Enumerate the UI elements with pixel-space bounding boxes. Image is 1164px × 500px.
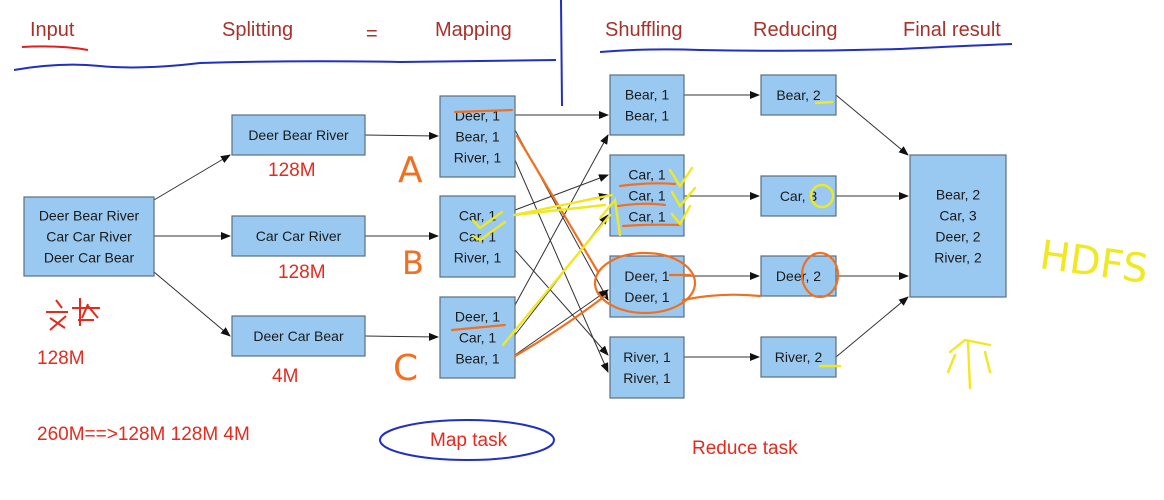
mapreduce-diagram: Input Splitting = Mapping Shuffling Redu…	[13, 0, 1151, 461]
shuffle-box: Bear, 1 Bear, 1	[609, 74, 685, 136]
map-task-label: Map task	[430, 430, 508, 451]
label-c: C	[393, 348, 418, 389]
split-box-line: Deer Bear River	[248, 127, 349, 143]
label-a: A	[398, 150, 423, 191]
map-box: Deer, 1Bear, 1River, 1	[439, 95, 516, 178]
split-box: Deer Bear River	[231, 114, 366, 156]
final-result-box-line: Bear, 2	[936, 187, 981, 203]
split-size-2: 128M	[278, 262, 326, 283]
shuffle-box-line: Car, 1	[628, 167, 666, 183]
reduce-box: Car, 3	[760, 175, 837, 217]
shuffle-box: River, 1 River, 1	[609, 336, 685, 399]
arrow	[364, 131, 439, 140]
header-shuffling: Shuffling	[605, 19, 682, 41]
shuffle-box-rect	[609, 74, 685, 136]
split-size-3: 4M	[272, 366, 298, 387]
reduce-box-line: Deer, 2	[776, 268, 821, 284]
header-mapping: Mapping	[435, 19, 512, 41]
reduce-box-line: River, 2	[775, 349, 823, 365]
map-box-line: River, 1	[454, 250, 502, 266]
final-result-box-line: Car, 3	[939, 208, 977, 224]
shuffle-box-rect	[609, 336, 685, 399]
input-box-line: Deer Car Bear	[44, 250, 135, 266]
map-box-line: Car, 1	[459, 330, 497, 346]
input-box-line: Deer Bear River	[39, 208, 140, 224]
shuffle-box-line: Car, 1	[628, 188, 666, 204]
arrow	[153, 271, 231, 337]
hdfs-label: HDFS	[1037, 232, 1151, 293]
input-box-line: Car Car River	[46, 229, 132, 245]
split-size-1: 128M	[268, 160, 316, 181]
map-box-line: Deer, 1	[455, 309, 500, 325]
split-box-line: Car Car River	[256, 228, 342, 244]
header-splitting: Splitting	[222, 19, 293, 41]
final-result-box-line: Deer, 2	[935, 229, 980, 245]
header-underlines	[13, 0, 1013, 107]
shuffle-box-line: Bear, 1	[625, 108, 670, 124]
map-box-line: Bear, 1	[455, 351, 500, 367]
map-box-line: Bear, 1	[455, 129, 500, 145]
label-b: B	[402, 244, 424, 282]
shuffle-box-line: Car, 1	[628, 209, 666, 225]
final-result-box-rect	[909, 154, 1007, 298]
final-result-box: Bear, 2 Car, 3 Deer, 2 River, 2	[909, 154, 1007, 298]
arrow	[835, 296, 909, 358]
reduce-box-line: Bear, 2	[776, 87, 821, 103]
arrow	[153, 154, 231, 201]
reduce-box: Deer, 2	[760, 255, 837, 297]
shuffle-box-line: River, 1	[623, 349, 671, 365]
headers: Input Splitting = Mapping Shuffling Redu…	[30, 19, 1001, 45]
final-result-box-line: River, 2	[934, 250, 982, 266]
split-box: Car Car River	[231, 215, 366, 257]
map-box-line: River, 1	[454, 150, 502, 166]
split-box: Deer Car Bear	[231, 315, 366, 357]
reduce-task-label: Reduce task	[692, 438, 798, 459]
reduce-box: River, 2	[760, 336, 837, 378]
header-reducing: Reducing	[753, 19, 838, 41]
arrow	[364, 332, 439, 341]
shuffle-box-line: River, 1	[623, 370, 671, 386]
shuffle-box-line: Deer, 1	[624, 289, 669, 305]
header-input: Input	[30, 19, 75, 41]
split-note: 260M==>128M 128M 4M	[37, 424, 250, 445]
shuffle-box-line: Bear, 1	[625, 87, 670, 103]
arrow	[514, 289, 609, 356]
split-box-line: Deer Car Bear	[253, 328, 344, 344]
input-box: Deer Bear River Car Car River Deer Car Bea…	[23, 196, 155, 277]
map-box: Car, 1Car, 1River, 1	[439, 195, 516, 278]
arrow	[835, 94, 909, 156]
header-final-result: Final result	[903, 19, 1001, 41]
input-size: 128M	[37, 348, 85, 369]
header-equals: =	[366, 23, 378, 45]
map-box: Deer, 1 Car, 1 Bear, 1	[439, 296, 516, 379]
shuffle-box-line: Deer, 1	[624, 268, 669, 284]
reduce-box: Bear, 2	[760, 74, 837, 116]
arrow	[514, 134, 609, 306]
